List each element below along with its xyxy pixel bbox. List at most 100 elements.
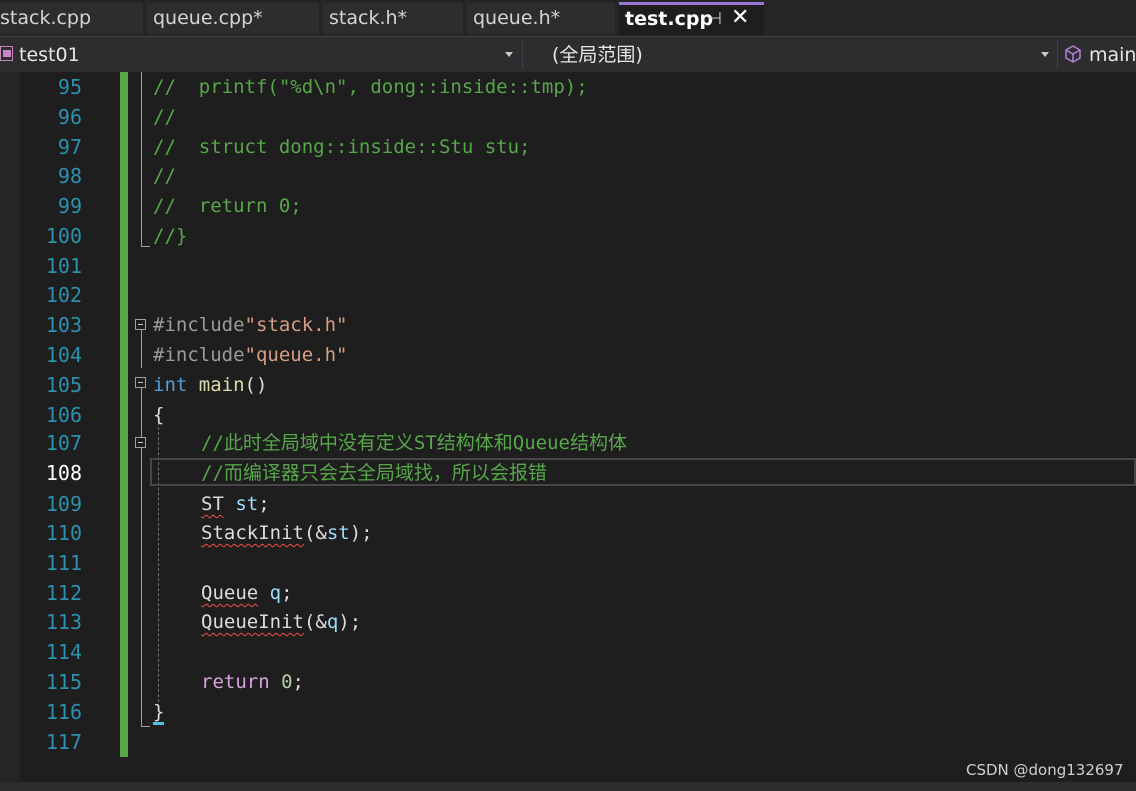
line-number: 117 [45,730,82,754]
brace-match-marker [153,722,164,725]
collapse-icon[interactable] [135,377,146,388]
member-dropdown-label: main( [1089,44,1136,66]
line-number: 108 [45,461,82,485]
project-icon [0,46,13,61]
navigation-bar: test01 (全局范围) main( [0,36,1136,72]
punctuation: ; [292,671,304,693]
line-number: 105 [45,373,82,397]
preprocessor-directive: #include [153,344,245,366]
scope-dropdown[interactable]: (全局范围) [552,42,643,68]
code-line: // struct dong::inside::Stu stu; [153,136,531,158]
collapse-icon[interactable] [135,319,146,330]
code-line: { [153,404,165,426]
code-line: // printf("%d\n", dong::inside::tmp); [153,76,588,98]
include-path: "stack.h" [244,314,348,336]
keyword: int [153,374,188,396]
line-number: 95 [57,75,82,99]
bottom-panel-strip [0,782,1136,791]
code-line: // [153,106,176,128]
cube-icon [1065,45,1081,63]
line-number: 98 [57,164,82,188]
punctuation: ; [258,493,270,515]
variable: st [235,493,259,515]
type-name-error: Queue [201,582,259,604]
code-line: QueueInit(&q); [201,607,361,637]
punctuation: ); [338,611,362,633]
tab-label: test.cpp [625,8,714,30]
line-number: 104 [45,343,82,367]
code-line: //而编译器只会去全局域找，所以会报错 [201,462,547,484]
watermark: CSDN @dong132697 [966,761,1124,779]
code-line: #include"stack.h" [153,310,347,340]
code-line: Queue q; [201,578,293,608]
line-number: 99 [57,194,82,218]
member-dropdown[interactable]: main( [1089,42,1136,68]
code-line: ST st; [201,489,270,519]
line-number: 111 [45,551,82,575]
code-line: // [153,165,176,187]
line-number: 112 [45,581,82,605]
tab-stack-cpp[interactable]: stack.cpp [0,3,143,34]
tab-label: queue.h* [473,7,561,29]
line-number: 100 [45,224,82,248]
chevron-down-icon[interactable] [505,52,513,57]
code-line: int main() [153,370,267,400]
punctuation: () [244,374,268,396]
function-name: main [198,374,245,396]
line-number: 101 [45,254,82,278]
tab-stack-h[interactable]: stack.h* [323,3,463,34]
line-number: 115 [45,670,82,694]
tab-label: queue.cpp* [153,7,263,29]
variable: q [326,611,339,633]
line-number: 97 [57,135,82,159]
fold-line [141,448,142,486]
change-tracking-bar [120,72,128,757]
code-line: // return 0; [153,195,302,217]
function-call-error: QueueInit [201,611,304,633]
variable: q [269,582,282,604]
code-line: StackInit(&st); [201,518,373,548]
variable: st [326,522,350,544]
separator [1057,41,1058,69]
keyword: return [201,671,270,693]
code-line: //此时全局域中没有定义ST结构体和Queue结构体 [201,432,627,454]
line-number: 102 [45,283,82,307]
tab-label: stack.cpp [0,7,92,29]
line-number: 109 [45,492,82,516]
punctuation: ); [349,522,373,544]
punctuation: (& [303,611,327,633]
document-tab-bar: stack.cpp queue.cpp* stack.h* queue.h* t… [0,0,1136,36]
line-number: 114 [45,640,82,664]
line-number: 113 [45,610,82,634]
project-dropdown[interactable]: test01 [19,42,80,68]
line-number: 116 [45,700,82,724]
line-number: 110 [45,521,82,545]
code-line: //} [153,225,188,247]
preprocessor-directive: #include [153,314,245,336]
tab-test-cpp[interactable]: test.cpp ⊣ ✕ [619,2,764,36]
code-editor[interactable]: 95 96 97 98 99 100 101 102 103 104 105 106 107 108 109… [0,72,1136,782]
fold-line [141,72,142,246]
line-number: 106 [45,403,82,427]
include-path: "queue.h" [244,344,348,366]
tab-queue-h[interactable]: queue.h* [467,3,615,34]
code-line: #include"queue.h" [153,340,347,370]
tab-label: stack.h* [329,7,408,29]
pin-icon[interactable]: ⊣ [707,5,722,33]
separator [522,41,523,69]
project-dropdown-label: test01 [19,44,80,66]
chevron-down-icon[interactable] [1041,52,1049,57]
line-number: 107 [45,431,82,455]
punctuation: ; [281,582,293,604]
close-icon[interactable]: ✕ [731,5,749,32]
punctuation: (& [303,522,327,544]
type-name-error: ST [201,493,224,515]
line-number: 96 [57,105,82,129]
number-literal: 0 [281,671,293,693]
fold-line [141,330,142,368]
editor-margin [0,72,20,782]
tab-queue-cpp[interactable]: queue.cpp* [147,3,319,34]
line-number: 103 [45,313,82,337]
code-line: return 0; [201,667,304,697]
collapse-icon[interactable] [135,437,146,448]
